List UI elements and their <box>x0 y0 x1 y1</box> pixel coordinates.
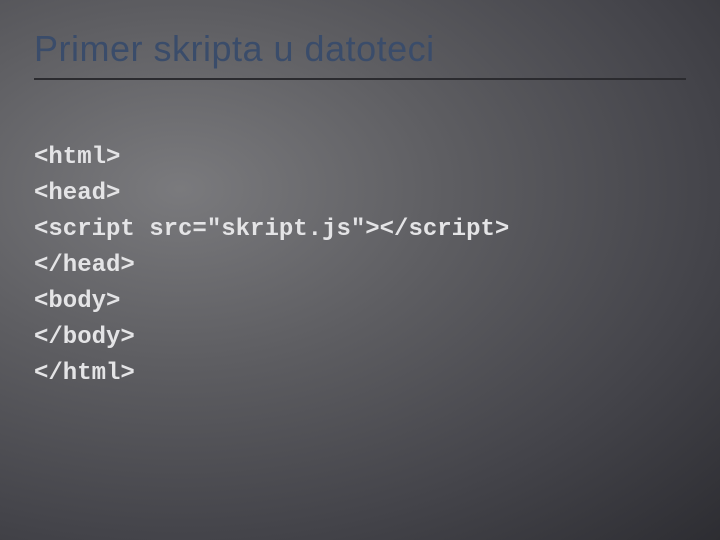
code-line: <html> <box>34 144 120 171</box>
code-line: </body> <box>34 324 135 351</box>
code-block: <html> <head> <script src="skript.js"></… <box>34 104 686 392</box>
code-line: <head> <box>34 180 120 207</box>
code-line: </html> <box>34 360 135 387</box>
title-underline <box>34 78 686 80</box>
slide-title: Primer skripta u datoteci <box>34 28 686 70</box>
code-line: </head> <box>34 252 135 279</box>
code-line: <script src="skript.js"></script> <box>34 216 509 243</box>
code-line: <body> <box>34 288 120 315</box>
